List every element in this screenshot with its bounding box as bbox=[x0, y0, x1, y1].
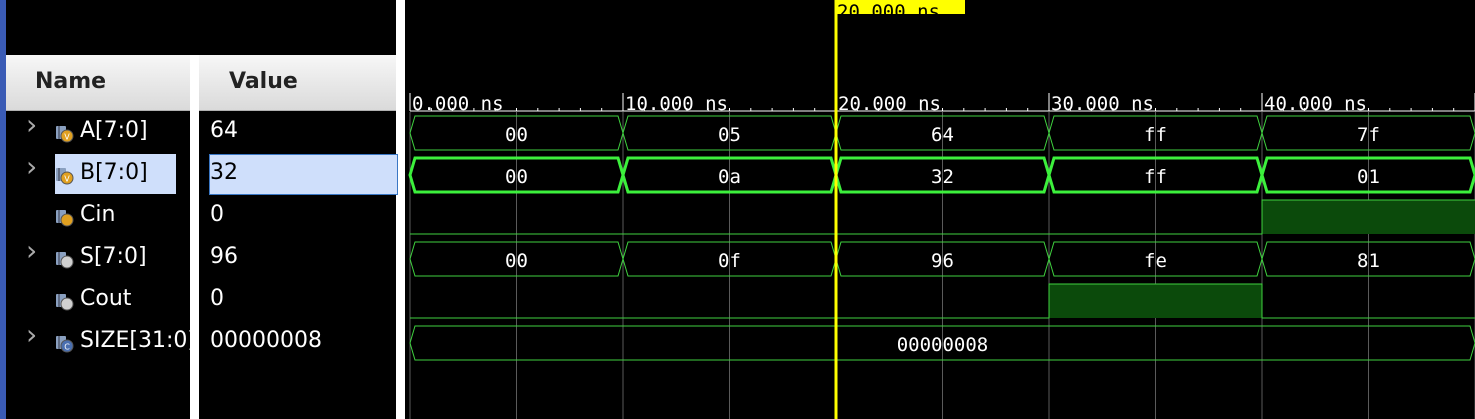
ruler-tick-label: 30.000 ns bbox=[1051, 93, 1154, 115]
bus-value-label: 00 bbox=[505, 250, 528, 272]
output-scalar-icon bbox=[56, 294, 74, 311]
name-column-header[interactable]: Name bbox=[6, 55, 190, 111]
signal-value: 0 bbox=[210, 202, 224, 227]
bus-value-label: 01 bbox=[1357, 166, 1380, 188]
signal-row[interactable]: › S[7:0] 96 bbox=[6, 237, 396, 280]
output-vector-icon bbox=[56, 252, 74, 269]
waveform-canvas[interactable]: 0.000 ns 10.000 ns 20.000 ns 30.000 ns 40.00… bbox=[406, 0, 1475, 419]
bus-value-label: 0a bbox=[718, 166, 741, 188]
signal-row[interactable]: › V A[7:0] 64 bbox=[6, 111, 396, 154]
cursor-time-label: 20.000 ns bbox=[837, 1, 940, 23]
bus-value-label: 32 bbox=[931, 166, 954, 188]
bus-value-label: ff bbox=[1144, 166, 1167, 188]
bus-value-label: 00 bbox=[505, 166, 528, 188]
signal-name: SIZE[31:0] bbox=[80, 328, 195, 353]
bus-value-label: 00000008 bbox=[897, 334, 989, 356]
bus-value-label: 00 bbox=[505, 124, 528, 146]
constant-signal-icon: C bbox=[56, 336, 74, 353]
signal-name: B[7:0] bbox=[80, 160, 148, 185]
objects-toolbar-area bbox=[6, 0, 396, 55]
bus-value-label: 7f bbox=[1357, 124, 1380, 146]
signal-name: Cout bbox=[80, 286, 132, 311]
signal-row[interactable]: Cout 0 bbox=[6, 280, 396, 322]
signal-row[interactable]: Cin 0 bbox=[6, 196, 396, 238]
signal-row[interactable]: › V B[7:0] 32 bbox=[6, 153, 398, 196]
bus-value-label: fe bbox=[1144, 250, 1167, 272]
value-column-header[interactable]: Value bbox=[199, 55, 396, 111]
svg-text:V: V bbox=[64, 175, 70, 184]
expand-chevron-icon[interactable]: › bbox=[26, 111, 40, 139]
signal-value: 32 bbox=[210, 160, 238, 185]
expand-chevron-icon[interactable]: › bbox=[26, 321, 40, 349]
vector-signal-icon: V bbox=[56, 126, 74, 143]
signal-row[interactable]: › C SIZE[31:0] 00000008 bbox=[6, 321, 396, 364]
name-header-label: Name bbox=[35, 69, 107, 94]
high-level-fill bbox=[1262, 200, 1475, 234]
high-level-fill bbox=[1049, 284, 1262, 318]
signal-value: 96 bbox=[210, 244, 238, 269]
svg-text:C: C bbox=[64, 343, 70, 352]
value-header-label: Value bbox=[229, 69, 298, 94]
scalar-signal-icon bbox=[56, 210, 74, 227]
signal-value: 64 bbox=[210, 118, 238, 143]
ruler-tick-label: 20.000 ns bbox=[838, 93, 941, 115]
expand-chevron-icon[interactable]: › bbox=[26, 237, 40, 265]
bus-value-label: 0f bbox=[718, 250, 741, 272]
signal-value: 00000008 bbox=[210, 328, 322, 353]
bus-value-label: ff bbox=[1144, 124, 1167, 146]
signal-value: 0 bbox=[210, 286, 224, 311]
svg-text:V: V bbox=[64, 133, 70, 142]
signal-name: S[7:0] bbox=[80, 244, 147, 269]
vector-signal-icon: V bbox=[56, 168, 74, 185]
ruler-tick-label: 40.000 ns bbox=[1264, 93, 1367, 115]
signal-name: A[7:0] bbox=[80, 118, 148, 143]
ruler-tick-label: 0.000 ns bbox=[412, 93, 504, 115]
bus-value-label: 96 bbox=[931, 250, 954, 272]
signal-name: Cin bbox=[80, 202, 116, 227]
bus-value-label: 81 bbox=[1357, 250, 1380, 272]
ruler-tick-label: 10.000 ns bbox=[625, 93, 728, 115]
bus-value-label: 64 bbox=[931, 124, 954, 146]
expand-chevron-icon[interactable]: › bbox=[26, 153, 40, 181]
panel-splitter[interactable] bbox=[396, 0, 405, 419]
bus-value-label: 05 bbox=[718, 124, 741, 146]
